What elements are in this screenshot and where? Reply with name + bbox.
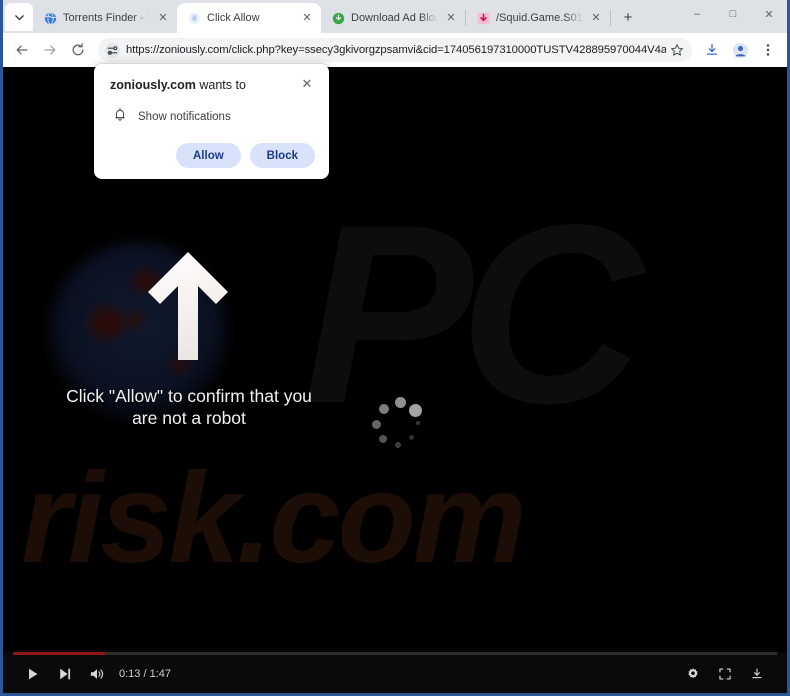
forward-arrow-icon xyxy=(44,45,56,55)
browser-window: Torrents Finder - Torrent ✕ Click Allow … xyxy=(0,0,790,696)
bookmark-star-icon[interactable] xyxy=(666,39,688,61)
fullscreen-button[interactable] xyxy=(709,659,741,689)
allow-button[interactable]: Allow xyxy=(176,143,241,169)
browser-menu-button[interactable] xyxy=(755,37,781,63)
download-button[interactable] xyxy=(699,37,725,63)
tab-close-icon[interactable]: ✕ xyxy=(589,11,603,25)
background-blob xyxy=(127,312,143,328)
background-blob xyxy=(89,307,125,339)
tune-icon[interactable] xyxy=(104,42,121,59)
globe-blue-icon xyxy=(43,11,57,25)
chevron-down-icon xyxy=(14,14,24,20)
permission-dialog-title: zoniously.com wants to xyxy=(110,77,299,93)
overlay-text-line2: are not a robot xyxy=(132,408,246,429)
overlay-text-line1: Click "Allow" to confirm that you xyxy=(66,386,312,406)
video-download-button[interactable] xyxy=(741,659,773,689)
pink-download-icon xyxy=(476,11,490,25)
watermark-riskcom: risk.com xyxy=(21,447,526,590)
minimize-button[interactable]: – xyxy=(679,0,715,28)
tab-close-icon[interactable]: ✕ xyxy=(444,11,458,25)
browser-toolbar: https://zoniously.com/click.php?key=ssec… xyxy=(3,33,787,67)
tab-squid-game[interactable]: /Squid.Game.S01.COMPl ✕ xyxy=(466,3,610,33)
address-bar[interactable]: https://zoniously.com/click.php?key=ssec… xyxy=(98,38,692,62)
tab-search-button[interactable] xyxy=(5,3,33,31)
video-time-display: 0:13 / 1:47 xyxy=(119,668,171,680)
back-arrow-icon xyxy=(16,45,28,55)
tab-torrents-finder[interactable]: Torrents Finder - Torrent ✕ xyxy=(33,3,177,33)
video-player-controls: 0:13 / 1:47 xyxy=(3,652,787,693)
download-icon xyxy=(706,43,718,55)
permission-dialog-domain: zoniously.com xyxy=(110,78,196,92)
tab-download-ad-block[interactable]: Download Ad Block Gen ✕ xyxy=(321,3,465,33)
maximize-button[interactable]: □ xyxy=(715,0,751,28)
loading-spinner-icon xyxy=(371,397,427,453)
permission-dialog-actions: Allow Block xyxy=(110,143,315,169)
volume-button[interactable] xyxy=(81,659,113,689)
next-track-button[interactable] xyxy=(49,659,81,689)
window-controls: – □ ✕ xyxy=(679,0,787,28)
play-button[interactable] xyxy=(17,659,49,689)
notification-permission-dialog: zoniously.com wants to ✕ Show notificati… xyxy=(94,64,329,180)
fullscreen-icon xyxy=(719,668,731,680)
download-icon xyxy=(752,668,762,679)
page-blue-icon xyxy=(187,11,201,25)
tab-close-icon[interactable]: ✕ xyxy=(156,11,170,25)
tab-separator xyxy=(610,10,611,26)
tab-title: Download Ad Block Gen xyxy=(351,12,438,24)
profile-avatar-icon xyxy=(732,42,748,58)
tab-title: Click Allow xyxy=(207,12,260,24)
next-track-icon xyxy=(60,668,71,680)
tab-title: /Squid.Game.S01.COMPl xyxy=(496,12,583,24)
block-button[interactable]: Block xyxy=(249,143,315,169)
forward-button[interactable] xyxy=(37,37,63,63)
three-dot-menu-icon xyxy=(766,44,770,56)
overlay-instruction-text: Click "Allow" to confirm that you are no… xyxy=(3,385,375,430)
gear-icon xyxy=(688,668,698,679)
reload-button[interactable] xyxy=(65,37,91,63)
new-tab-button[interactable]: + xyxy=(615,4,641,30)
reload-icon xyxy=(72,43,84,56)
bell-icon xyxy=(113,107,127,127)
tab-strip: Torrents Finder - Torrent ✕ Click Allow … xyxy=(3,0,787,33)
close-icon[interactable]: ✕ xyxy=(299,76,315,92)
permission-label: Show notifications xyxy=(138,111,231,124)
volume-on-icon xyxy=(90,669,104,679)
permission-row-notifications: Show notifications xyxy=(110,107,315,127)
settings-button[interactable] xyxy=(677,659,709,689)
back-button[interactable] xyxy=(9,37,35,63)
play-icon xyxy=(29,668,38,680)
tab-close-icon[interactable]: ✕ xyxy=(300,11,314,25)
up-arrow-icon xyxy=(146,250,230,362)
close-window-button[interactable]: ✕ xyxy=(751,0,787,28)
tab-click-allow[interactable]: Click Allow ✕ xyxy=(177,3,321,33)
profile-button[interactable] xyxy=(727,37,753,63)
permission-dialog-title-rest: wants to xyxy=(195,78,246,92)
url-text: https://zoniously.com/click.php?key=ssec… xyxy=(126,44,666,56)
tab-title: Torrents Finder - Torrent xyxy=(63,12,150,24)
green-download-icon xyxy=(331,11,345,25)
